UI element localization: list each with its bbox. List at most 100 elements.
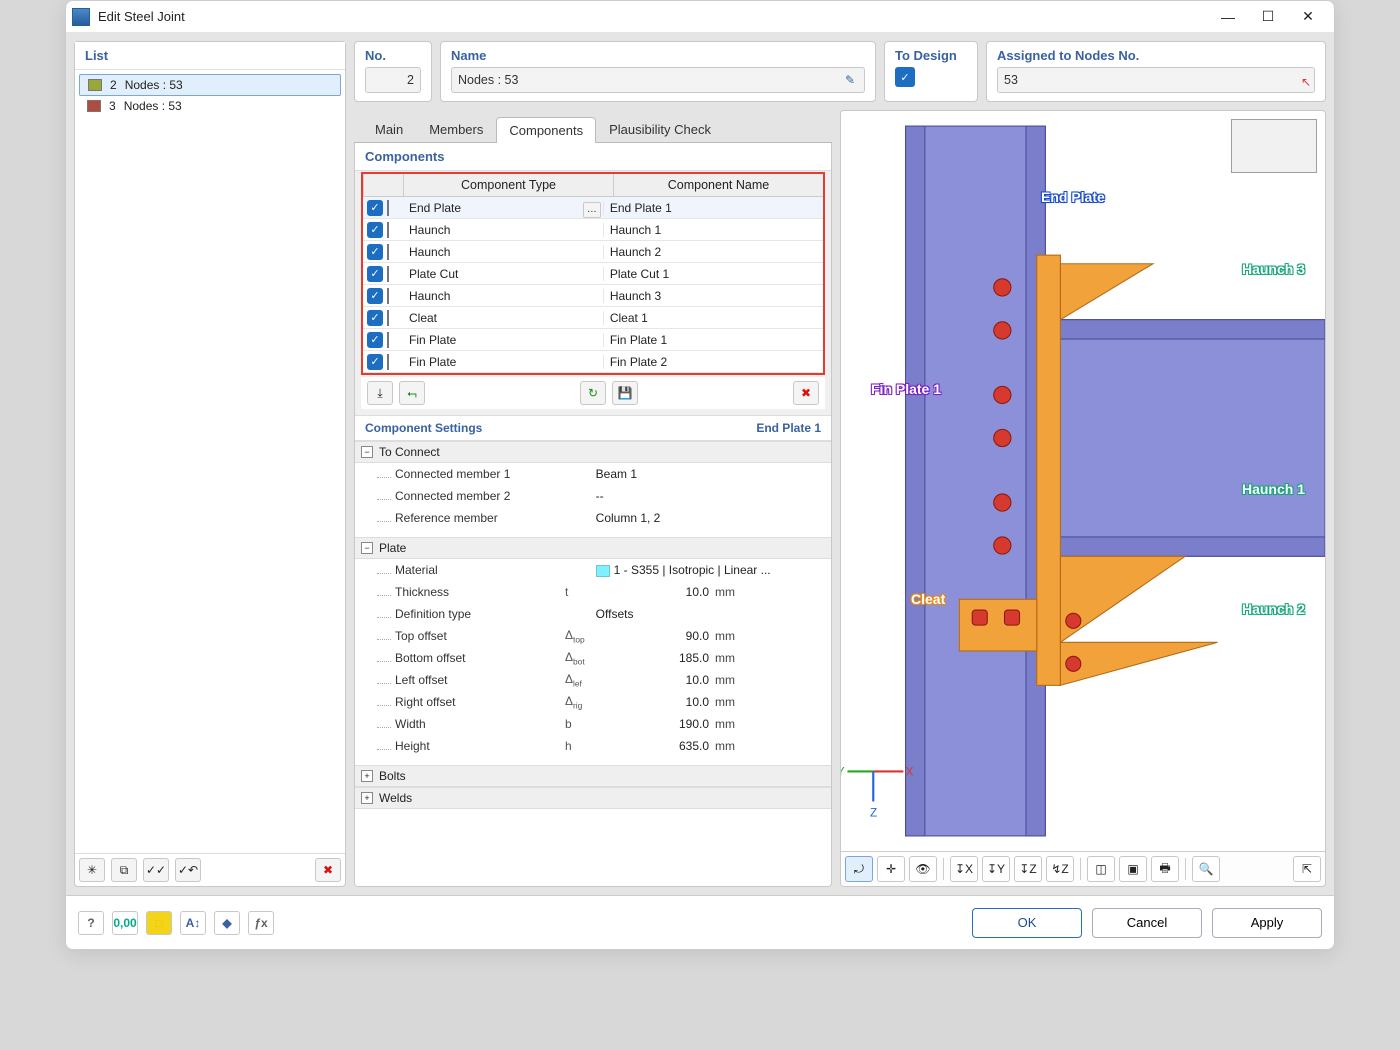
status-icon-4[interactable]: ◆: [214, 911, 240, 935]
view-cube-icon[interactable]: ▣: [1119, 856, 1147, 882]
table-row[interactable]: ✓ Fin Plate Fin Plate 1: [363, 329, 823, 351]
prop-symbol: Δlef: [565, 672, 605, 688]
row-edit-icon[interactable]: …: [583, 202, 601, 218]
no-input[interactable]: [365, 67, 421, 93]
prop-row[interactable]: Reference member Column 1, 2: [355, 507, 831, 529]
row-checkbox[interactable]: ✓: [367, 266, 383, 282]
view-iso-icon[interactable]: ↯Z: [1046, 856, 1074, 882]
prop-name: Height: [395, 739, 565, 753]
row-swatch: [387, 266, 389, 282]
prop-group-header[interactable]: +Welds: [355, 787, 831, 809]
tab-plausibility-check[interactable]: Plausibility Check: [596, 116, 724, 142]
prop-unit: mm: [715, 717, 761, 731]
list-delete-icon[interactable]: ✖: [315, 858, 341, 882]
close-button[interactable]: ✕: [1288, 3, 1328, 31]
prop-row[interactable]: Right offset Δrig 10.0 mm: [355, 691, 831, 713]
prop-group-header[interactable]: +Bolts: [355, 765, 831, 787]
status-icon-1[interactable]: 0,00: [112, 911, 138, 935]
name-input[interactable]: [451, 67, 865, 93]
tab-main[interactable]: Main: [362, 116, 416, 142]
row-refresh-icon[interactable]: ↻: [580, 381, 606, 405]
view-persp-icon[interactable]: ◫: [1087, 856, 1115, 882]
cancel-button[interactable]: Cancel: [1092, 908, 1202, 938]
table-row[interactable]: ✓ Fin Plate Fin Plate 2: [363, 351, 823, 373]
row-save-icon[interactable]: 💾: [612, 381, 638, 405]
table-row[interactable]: ✓ Plate Cut Plate Cut 1: [363, 263, 823, 285]
list-new-icon[interactable]: ✳: [79, 858, 105, 882]
list-copy-icon[interactable]: ⧉: [111, 858, 137, 882]
minus-icon[interactable]: −: [361, 542, 373, 554]
view-z-icon[interactable]: ↧Z: [1014, 856, 1042, 882]
prop-group-header[interactable]: −To Connect: [355, 441, 831, 463]
view-y-icon[interactable]: ↧Y: [982, 856, 1010, 882]
row-delete-icon[interactable]: ✖: [793, 381, 819, 405]
row-checkbox[interactable]: ✓: [367, 332, 383, 348]
prop-row[interactable]: Thickness t 10.0 mm: [355, 581, 831, 603]
list-check-import-icon[interactable]: ✓↶: [175, 858, 201, 882]
table-row[interactable]: ✓ Haunch Haunch 2: [363, 241, 823, 263]
prop-row[interactable]: Definition type Offsets: [355, 603, 831, 625]
table-row[interactable]: ✓ Haunch Haunch 1: [363, 219, 823, 241]
maximize-button[interactable]: ☐: [1248, 3, 1288, 31]
list-item-text: Nodes : 53: [125, 78, 183, 92]
prop-row[interactable]: Material 1 - S355 | Isotropic | Linear .…: [355, 559, 831, 581]
view-axes-icon[interactable]: ✛: [877, 856, 905, 882]
row-insert-icon[interactable]: ⤓: [367, 381, 393, 405]
view-eye-icon[interactable]: 👁: [909, 856, 937, 882]
prop-row[interactable]: Connected member 1 Beam 1: [355, 463, 831, 485]
assigned-input[interactable]: [997, 67, 1315, 93]
row-name: Haunch 2: [604, 245, 823, 259]
row-name: Fin Plate 1: [604, 333, 823, 347]
viewer-canvas[interactable]: X Y Z End Plate Haunch 3 Haunch 1 Haunch…: [841, 111, 1325, 851]
table-row[interactable]: ✓ End Plate… End Plate 1: [363, 197, 823, 219]
table-row[interactable]: ✓ Haunch Haunch 3: [363, 285, 823, 307]
prop-value: Offsets: [596, 607, 787, 621]
row-checkbox[interactable]: ✓: [367, 310, 383, 326]
row-checkbox[interactable]: ✓: [367, 354, 383, 370]
row-import-icon[interactable]: ⮢: [399, 381, 425, 405]
view-print-icon[interactable]: 🖶: [1151, 856, 1179, 882]
table-row[interactable]: ✓ Cleat Cleat 1: [363, 307, 823, 329]
minimize-button[interactable]: —: [1208, 3, 1248, 31]
row-checkbox[interactable]: ✓: [367, 200, 383, 216]
list-check-icon[interactable]: ✓✓: [143, 858, 169, 882]
row-name: Fin Plate 2: [604, 355, 823, 369]
row-checkbox[interactable]: ✓: [367, 288, 383, 304]
name-panel: Name ✎: [440, 41, 876, 102]
minus-icon[interactable]: −: [361, 446, 373, 458]
status-icon-2[interactable]: □: [146, 911, 172, 935]
row-type: Fin Plate: [405, 355, 604, 369]
view-reset-icon[interactable]: ⤾: [845, 856, 873, 882]
status-icon-0[interactable]: ?: [78, 911, 104, 935]
status-icon-5[interactable]: ƒx: [248, 911, 274, 935]
prop-row[interactable]: Width b 190.0 mm: [355, 713, 831, 735]
row-name: Plate Cut 1: [604, 267, 823, 281]
prop-row[interactable]: Left offset Δlef 10.0 mm: [355, 669, 831, 691]
prop-row[interactable]: Height h 635.0 mm: [355, 735, 831, 757]
list-item[interactable]: 3 Nodes : 53: [79, 96, 341, 116]
ok-button[interactable]: OK: [972, 908, 1082, 938]
prop-group-header[interactable]: −Plate: [355, 537, 831, 559]
list-item[interactable]: 2 Nodes : 53: [79, 74, 341, 96]
prop-row[interactable]: Connected member 2 --: [355, 485, 831, 507]
prop-row[interactable]: Top offset Δtop 90.0 mm: [355, 625, 831, 647]
plus-icon[interactable]: +: [361, 770, 373, 782]
tab-members[interactable]: Members: [416, 116, 496, 142]
row-checkbox[interactable]: ✓: [367, 244, 383, 260]
list-item-swatch: [88, 79, 102, 91]
orientation-cube-icon[interactable]: [1231, 119, 1317, 173]
edit-name-icon[interactable]: ✎: [841, 71, 859, 89]
todesign-checkbox[interactable]: ✓: [895, 67, 915, 87]
plus-icon[interactable]: +: [361, 792, 373, 804]
apply-button[interactable]: Apply: [1212, 908, 1322, 938]
tab-components[interactable]: Components: [496, 117, 596, 143]
pick-node-icon[interactable]: ↖: [1301, 75, 1311, 89]
view-x-icon[interactable]: ↧X: [950, 856, 978, 882]
view-zoom-icon[interactable]: 🔍: [1192, 856, 1220, 882]
row-swatch: [387, 200, 389, 216]
prop-row[interactable]: Bottom offset Δbot 185.0 mm: [355, 647, 831, 669]
status-icon-3[interactable]: A↕: [180, 911, 206, 935]
list-panel: List 2 Nodes : 53 3 Nodes : 53 ✳ ⧉ ✓✓ ✓↶…: [74, 41, 346, 887]
row-checkbox[interactable]: ✓: [367, 222, 383, 238]
view-detach-icon[interactable]: ⇱: [1293, 856, 1321, 882]
